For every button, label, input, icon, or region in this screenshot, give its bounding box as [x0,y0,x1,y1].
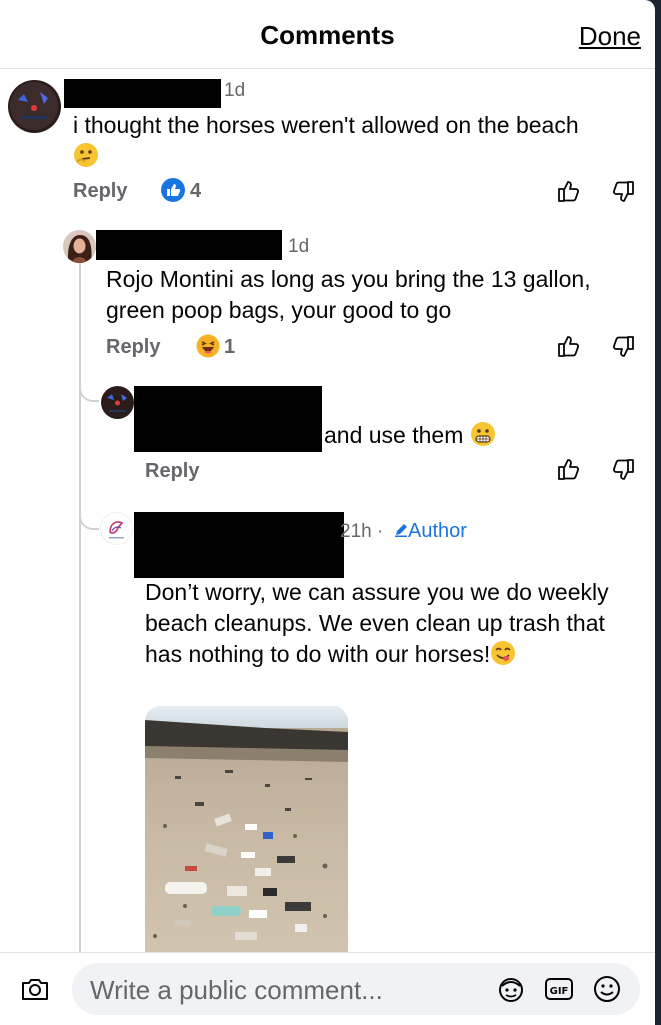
page-title: Comments [260,20,395,50]
thread-connector [79,500,99,530]
comment-time: 1d [288,236,310,257]
comment-input-container: GIF [72,963,640,1015]
emoji-icon[interactable] [592,975,622,1003]
avatar[interactable] [63,230,96,263]
haha-reaction-icon[interactable] [196,334,220,358]
author-badge: Author [394,520,467,543]
comment-text: and use them [324,420,564,455]
like-reaction-icon[interactable] [161,178,185,202]
comment-text: Rojo Montini as long as you bring the 13… [106,266,591,323]
comment-time: 1d [224,80,246,101]
redacted-name [96,230,282,260]
done-button[interactable]: Done [579,21,641,52]
thread-line [79,256,81,956]
avatar[interactable] [101,386,134,419]
comment-text: Don’t worry, we can assure you we do wee… [145,577,635,674]
thread-connector [79,372,99,402]
dislike-icon[interactable] [610,457,636,483]
like-icon[interactable] [556,333,582,359]
grimacing-face-emoji [470,421,496,455]
comment-text: i thought the horses weren't allowed on … [73,110,593,176]
reply-button[interactable]: Reply [73,180,127,203]
comments-header: Comments Done [0,0,655,69]
reply-button[interactable]: Reply [145,460,199,483]
gif-icon[interactable]: GIF [544,976,574,1002]
comments-sheet: Comments Done 1d i thought the horses we… [0,0,655,1024]
dislike-icon[interactable] [610,179,636,205]
camera-icon[interactable] [20,975,50,1003]
author-avatar[interactable] [100,512,133,545]
svg-text:GIF: GIF [550,986,569,997]
dislike-icon[interactable] [610,334,636,360]
redacted-name [64,79,221,108]
comment-composer: GIF [0,952,655,1025]
reaction-count: 4 [190,180,202,202]
yum-face-emoji [490,640,516,674]
comment-photo[interactable] [145,706,348,954]
avatar[interactable] [8,80,61,133]
like-icon[interactable] [556,456,582,482]
like-icon[interactable] [556,178,582,204]
avatar-sticker-icon[interactable] [496,976,526,1004]
comment-time: 21h · [340,521,384,542]
comment-input[interactable] [88,971,482,1009]
redacted-name [134,512,344,578]
redacted-name [134,386,322,452]
thinking-face-emoji [73,142,99,176]
reply-button[interactable]: Reply [106,336,160,359]
pencil-icon [394,520,408,543]
reaction-count: 1 [224,336,236,358]
